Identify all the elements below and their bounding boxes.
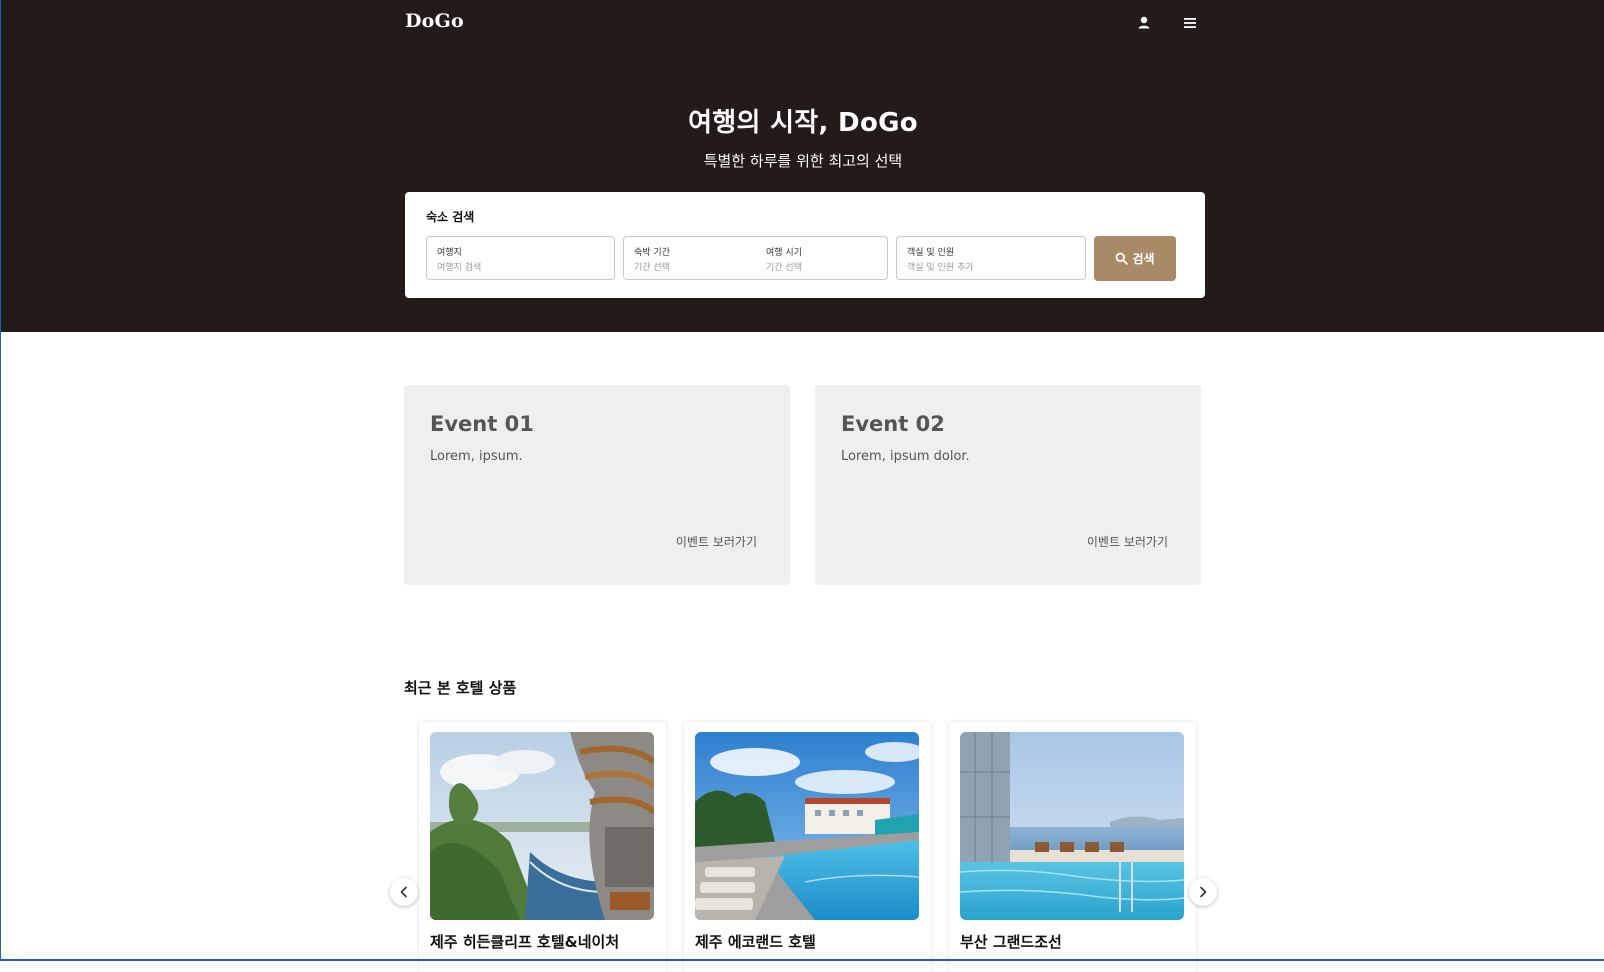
hotel-card[interactable]: 제주 히든클리프 호텔&네이처 xyxy=(419,722,666,972)
chevron-left-icon xyxy=(400,886,407,898)
carousel-next-button[interactable] xyxy=(1189,878,1217,906)
user-icon[interactable] xyxy=(1135,14,1153,32)
search-panel: 숙소 검색 여행지 여행지 검색 숙박 기간 기간 선택 여행 시기 기간 선택… xyxy=(405,192,1205,298)
hero-title: 여행의 시작, DoGo xyxy=(688,108,918,138)
hotel-name: 제주 에코랜드 호텔 xyxy=(695,933,816,951)
hotel-card[interactable]: 제주 에코랜드 호텔 xyxy=(684,722,931,972)
stay-period-placeholder: 기간 선택 xyxy=(634,263,670,273)
event-title: Event 01 xyxy=(430,412,534,436)
travel-time-label: 여행 시기 xyxy=(766,248,802,258)
hotel-card[interactable]: 부산 그랜드조선 xyxy=(949,722,1196,972)
hotel-image xyxy=(695,732,919,920)
event-link[interactable]: 이벤트 보러가기 xyxy=(676,533,757,550)
event-card-01[interactable]: Event 01 Lorem, ipsum. 이벤트 보러가기 xyxy=(404,385,790,585)
event-title: Event 02 xyxy=(841,412,945,436)
hotel-name: 제주 히든클리프 호텔&네이처 xyxy=(430,933,620,951)
site-logo[interactable]: DoGo xyxy=(405,10,464,32)
chevron-right-icon xyxy=(1200,886,1207,898)
date-range-field[interactable]: 숙박 기간 기간 선택 여행 시기 기간 선택 xyxy=(623,236,888,280)
carousel-prev-button[interactable] xyxy=(390,878,418,906)
guests-label: 객실 및 인원 xyxy=(907,248,955,258)
stay-period-label: 숙박 기간 xyxy=(634,248,670,258)
event-description: Lorem, ipsum. xyxy=(430,449,523,464)
search-button[interactable]: 검색 xyxy=(1094,236,1176,281)
destination-label: 여행지 xyxy=(437,248,462,258)
hero-subtitle: 특별한 하루를 위한 최고의 선택 xyxy=(703,152,903,170)
event-card-02[interactable]: Event 02 Lorem, ipsum dolor. 이벤트 보러가기 xyxy=(815,385,1201,585)
destination-field[interactable]: 여행지 여행지 검색 xyxy=(426,236,615,280)
travel-time-placeholder: 기간 선택 xyxy=(766,263,802,273)
hero-section: DoGo 여행의 시작, DoGo 특별한 하루를 위한 최고의 선택 숙소 검… xyxy=(1,0,1604,332)
guests-field[interactable]: 객실 및 인원 객실 및 인원 추가 xyxy=(896,236,1086,280)
hotel-image xyxy=(960,732,1184,920)
recent-hotels-title: 최근 본 호텔 상품 xyxy=(404,679,517,697)
hotel-image xyxy=(430,732,654,920)
guests-placeholder: 객실 및 인원 추가 xyxy=(907,263,974,273)
hamburger-menu-icon[interactable] xyxy=(1181,14,1199,32)
destination-placeholder: 여행지 검색 xyxy=(437,263,482,273)
event-link[interactable]: 이벤트 보러가기 xyxy=(1087,533,1168,550)
search-panel-title: 숙소 검색 xyxy=(426,210,475,224)
search-icon xyxy=(1116,252,1129,265)
hotel-name: 부산 그랜드조선 xyxy=(960,933,1062,951)
event-description: Lorem, ipsum dolor. xyxy=(841,449,970,464)
search-button-label: 검색 xyxy=(1132,252,1155,266)
